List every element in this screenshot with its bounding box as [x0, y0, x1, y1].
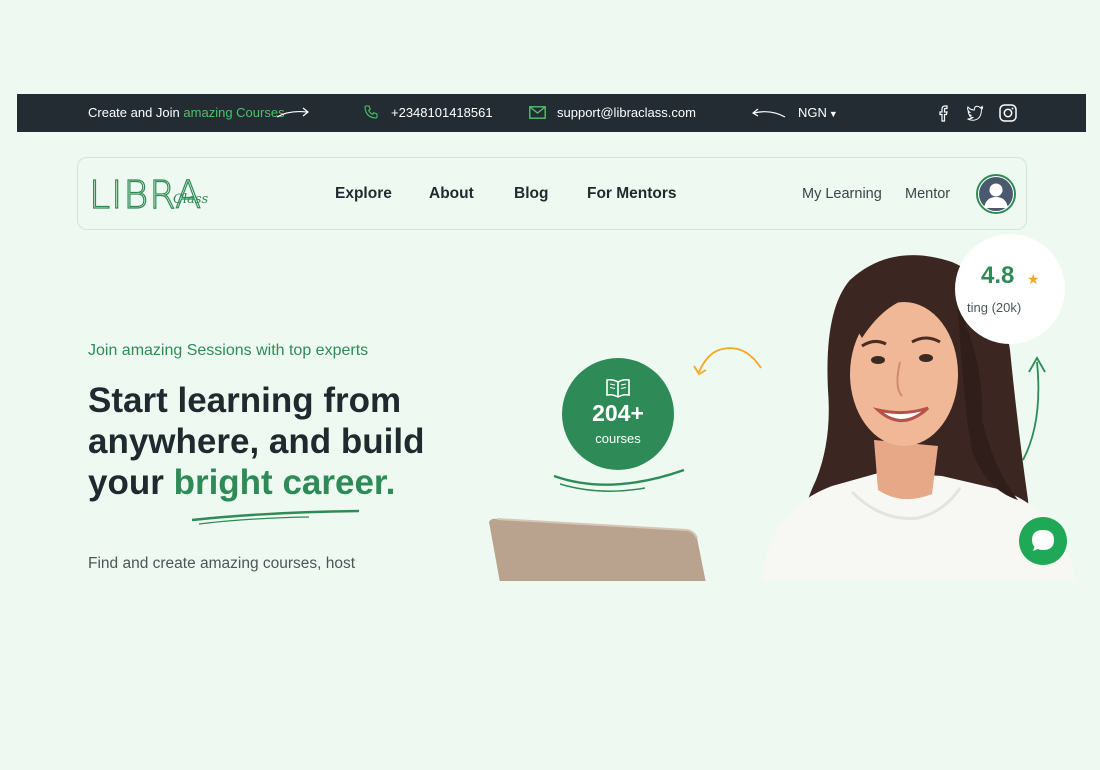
nav-blog[interactable]: Blog	[514, 185, 548, 203]
rating-bubble: 4.8 ★ ting (20k)	[955, 234, 1065, 344]
chat-bubble-icon	[1032, 530, 1054, 551]
open-book-icon	[606, 378, 630, 398]
courses-count: 204+	[592, 400, 644, 426]
rating-label: ting (20k)	[967, 300, 1022, 315]
rating-value: 4.8	[981, 262, 1015, 289]
swoosh-lines	[553, 468, 685, 492]
brush-underline	[191, 509, 360, 525]
nav-explore[interactable]: Explore	[335, 185, 392, 203]
main-navbar: LIBRA Class Explore About Blog For Mento…	[77, 157, 1027, 230]
curved-arrow-green-icon	[1022, 356, 1046, 461]
hero-description: Find and create amazing courses, host	[88, 555, 356, 572]
hero-title-accent: bright career.	[173, 463, 396, 502]
libra-logo[interactable]: LIBRA Class	[89, 173, 214, 213]
user-avatar[interactable]	[976, 174, 1016, 214]
promo-accent[interactable]: amazing Courses	[183, 105, 284, 120]
laptop-image	[489, 518, 706, 581]
instagram-icon[interactable]	[999, 104, 1017, 122]
curved-arrow-right-icon	[276, 107, 309, 118]
hero-title: Start learning from anywhere, and build …	[88, 380, 468, 503]
chat-button[interactable]	[1019, 517, 1067, 565]
nav-for-mentors[interactable]: For Mentors	[587, 185, 677, 203]
currency-selector[interactable]: NGN ▼	[798, 105, 838, 120]
courses-label: courses	[595, 431, 641, 446]
caret-down-icon: ▼	[828, 109, 838, 119]
star-icon: ★	[1027, 271, 1040, 287]
hero-kicker: Join amazing Sessions with top experts	[88, 342, 369, 359]
support-email[interactable]: support@libraclass.com	[557, 105, 696, 120]
phone-icon	[364, 105, 378, 119]
mail-icon	[529, 106, 546, 119]
top-info-bar: Create and Join amazing Courses +2348101…	[17, 94, 1086, 132]
curved-arrow-left-icon	[751, 108, 786, 118]
twitter-icon[interactable]	[966, 104, 984, 122]
nav-my-learning[interactable]: My Learning	[802, 186, 882, 202]
promo-prefix: Create and Join	[88, 105, 184, 120]
nav-mentor[interactable]: Mentor	[905, 186, 950, 202]
currency-value: NGN	[798, 105, 827, 120]
courses-count-badge: 204+ courses	[562, 358, 674, 470]
svg-text:Class: Class	[173, 192, 209, 207]
phone-number[interactable]: +2348101418561	[391, 105, 493, 120]
nav-about[interactable]: About	[429, 185, 474, 203]
user-silhouette-icon	[979, 177, 1013, 211]
promo-text: Create and Join amazing Courses	[88, 105, 285, 120]
landing-page: Create and Join amazing Courses +2348101…	[17, 94, 1086, 581]
facebook-icon[interactable]	[935, 104, 951, 122]
